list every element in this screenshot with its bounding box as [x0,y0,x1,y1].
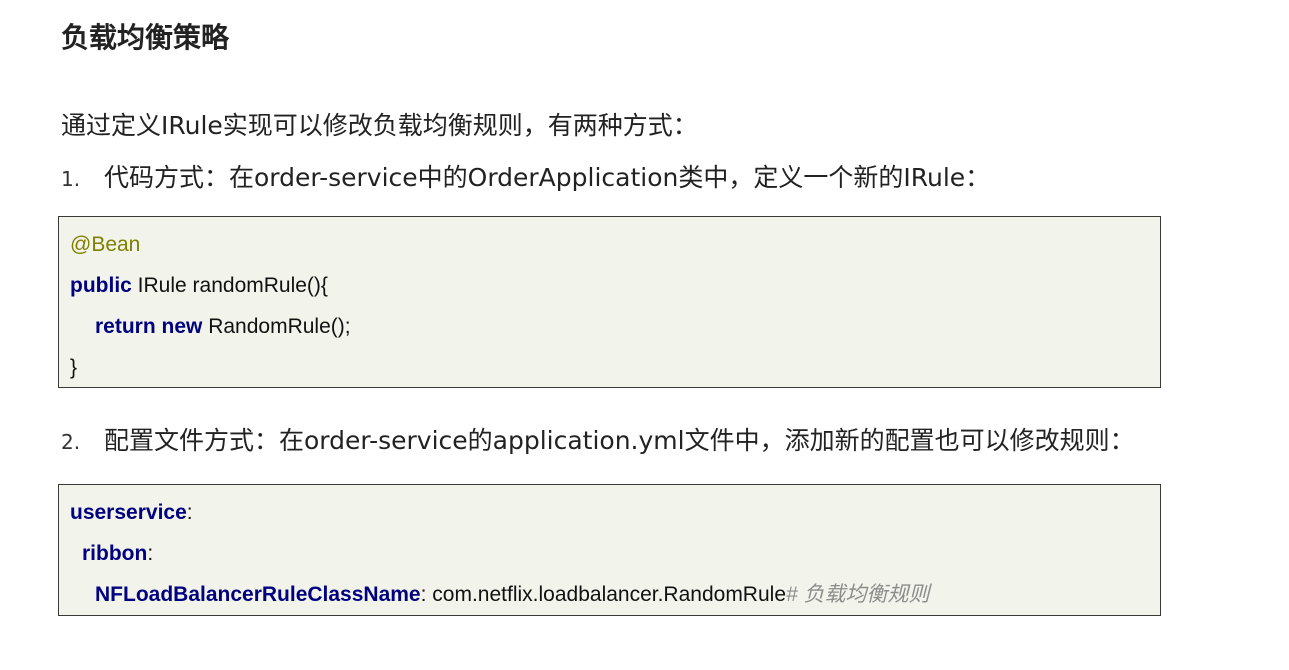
yaml-colon: : [186,501,193,524]
code-text: RandomRule(); [202,315,351,338]
intro-paragraph: 通过定义IRule实现可以修改负载均衡规则，有两种方式： [61,111,698,140]
step-2-text: 配置文件方式：在order-service的application.yml文件中… [104,426,1135,455]
step-2-number: 2. [61,430,81,454]
code-block-yaml: userservice: ribbon: NFLoadBalancerRuleC… [58,484,1161,616]
yaml-line-3: NFLoadBalancerRuleClassName: com.netflix… [70,581,930,609]
yaml-value: com.netflix.loadbalancer.RandomRule [426,583,787,606]
step-1-text: 代码方式：在order-service中的OrderApplication类中，… [104,163,991,192]
code-line-2: public IRule randomRule(){ [70,272,328,300]
yaml-key-ribbon: ribbon [82,542,148,565]
yaml-colon: : [147,542,154,565]
yaml-key-rule-class: NFLoadBalancerRuleClassName [95,583,421,606]
yaml-comment: # 负载均衡规则 [786,583,930,606]
annotation-token: @Bean [70,233,141,256]
code-line-1: @Bean [70,231,140,259]
code-block-java: @Bean public IRule randomRule(){ return … [58,216,1161,388]
code-line-4: } [70,354,77,382]
code-text: } [70,356,78,379]
section-heading: 负载均衡策略 [61,21,230,54]
step-1: 1. 代码方式：在order-service中的OrderApplication类… [61,160,990,197]
yaml-key-userservice: userservice [70,501,187,524]
yaml-line-1: userservice: [70,499,193,527]
keyword-token: public [70,274,132,297]
step-1-number: 1. [61,167,81,191]
code-line-3: return new RandomRule(); [70,313,351,341]
keyword-token: return new [95,315,203,338]
step-2: 2. 配置文件方式：在order-service的application.yml文… [61,423,1135,460]
code-text: IRule randomRule(){ [131,274,328,297]
yaml-line-2: ribbon: [70,540,153,568]
